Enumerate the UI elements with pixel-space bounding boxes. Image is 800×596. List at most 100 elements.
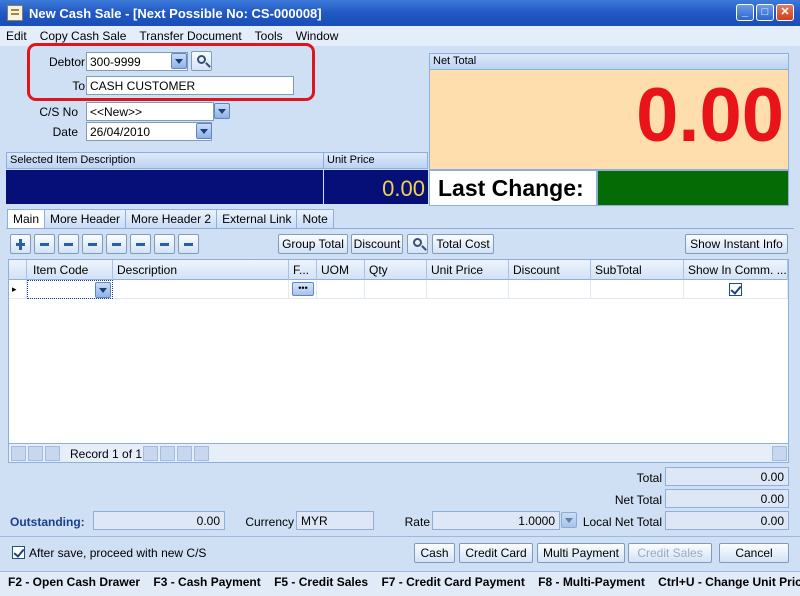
shortcut-status-bar: F2 - Open Cash Drawer F3 - Cash Payment … bbox=[0, 571, 800, 596]
search-icon bbox=[413, 238, 422, 247]
undo-icon[interactable] bbox=[130, 234, 151, 254]
tab-divider bbox=[6, 228, 794, 229]
show-in-comm-cell[interactable] bbox=[684, 280, 788, 299]
net-total-display: 0.00 bbox=[429, 69, 789, 170]
menu-edit[interactable]: Edit bbox=[6, 29, 27, 43]
search-button[interactable] bbox=[407, 234, 428, 254]
grid-header: Item Code Description F... UOM Qty Unit … bbox=[9, 260, 788, 280]
window-title: New Cash Sale - [Next Possible No: CS-00… bbox=[29, 5, 322, 21]
credit-card-button[interactable]: Credit Card bbox=[459, 543, 533, 563]
discount-button[interactable]: Discount bbox=[351, 234, 403, 254]
selected-item-description-display bbox=[6, 170, 323, 204]
item-code-cell[interactable] bbox=[27, 280, 113, 299]
add-row-icon[interactable] bbox=[10, 234, 31, 254]
column-subtotal[interactable]: SubTotal bbox=[591, 260, 684, 280]
menu-window[interactable]: Window bbox=[296, 29, 339, 43]
next-record-icon[interactable] bbox=[143, 446, 158, 461]
show-in-comm-checkbox[interactable] bbox=[729, 283, 742, 296]
row-selector-icon: ▸ bbox=[9, 280, 27, 299]
menu-transfer-document[interactable]: Transfer Document bbox=[139, 29, 241, 43]
title-bar: New Cash Sale - [Next Possible No: CS-00… bbox=[0, 0, 800, 26]
date-label: Date bbox=[52, 125, 78, 139]
prev-record-icon[interactable] bbox=[45, 446, 60, 461]
maximize-button[interactable]: □ bbox=[756, 4, 774, 21]
csno-field[interactable]: <<New>> bbox=[86, 102, 214, 121]
last-change-display bbox=[597, 170, 789, 206]
net-total-label: Net Total bbox=[614, 493, 662, 507]
group-total-button[interactable]: Group Total bbox=[278, 234, 348, 254]
tab-note[interactable]: Note bbox=[296, 209, 334, 228]
total-cost-button[interactable]: Total Cost bbox=[432, 234, 494, 254]
rate-dropdown-icon[interactable] bbox=[561, 512, 577, 528]
last-change-label: Last Change: bbox=[429, 170, 597, 206]
next-page-icon[interactable] bbox=[160, 446, 175, 461]
f-cell[interactable]: ••• bbox=[289, 280, 317, 299]
delete-row-icon[interactable] bbox=[58, 234, 79, 254]
column-unit-price[interactable]: Unit Price bbox=[427, 260, 509, 280]
after-save-checkbox[interactable] bbox=[12, 546, 25, 559]
date-dropdown-icon[interactable] bbox=[196, 123, 212, 139]
cancel-button[interactable]: Cancel bbox=[719, 543, 789, 563]
record-counter: Record 1 of 1 bbox=[70, 447, 143, 461]
tab-more-header[interactable]: More Header bbox=[44, 209, 127, 228]
column-show-in-comm[interactable]: Show In Comm. ... bbox=[684, 260, 788, 280]
minimize-button[interactable]: _ bbox=[736, 4, 754, 21]
csno-dropdown-icon[interactable] bbox=[214, 103, 230, 119]
move-up-icon[interactable] bbox=[82, 234, 103, 254]
qty-cell[interactable] bbox=[365, 280, 427, 299]
scroll-left-icon[interactable] bbox=[194, 446, 209, 461]
credit-sales-button: Credit Sales bbox=[628, 543, 712, 563]
description-cell[interactable] bbox=[113, 280, 289, 299]
menu-tools[interactable]: Tools bbox=[255, 29, 283, 43]
first-record-icon[interactable] bbox=[11, 446, 26, 461]
net-total-summary-value: 0.00 bbox=[665, 489, 789, 508]
uom-cell[interactable] bbox=[317, 280, 365, 299]
last-record-icon[interactable] bbox=[177, 446, 192, 461]
ellipsis-button[interactable]: ••• bbox=[292, 282, 314, 296]
total-value: 0.00 bbox=[665, 467, 789, 486]
unit-price-cell[interactable] bbox=[427, 280, 509, 299]
rate-value[interactable]: 1.0000 bbox=[432, 511, 560, 530]
column-discount[interactable]: Discount bbox=[509, 260, 591, 280]
date-field[interactable]: 26/04/2010 bbox=[86, 122, 212, 141]
menu-copy-cash-sale[interactable]: Copy Cash Sale bbox=[40, 29, 127, 43]
tab-main[interactable]: Main bbox=[7, 209, 46, 229]
document-icon bbox=[7, 5, 23, 21]
net-total-value: 0.00 bbox=[636, 73, 784, 158]
outstanding-value: 0.00 bbox=[93, 511, 225, 530]
cash-button[interactable]: Cash bbox=[414, 543, 455, 563]
show-instant-info-button[interactable]: Show Instant Info bbox=[685, 234, 788, 254]
local-net-total-label: Local Net Total bbox=[582, 515, 662, 529]
discount-cell[interactable] bbox=[509, 280, 591, 299]
currency-label: Currency bbox=[245, 515, 294, 529]
row-indicator-header bbox=[9, 260, 27, 280]
move-down-icon[interactable] bbox=[106, 234, 127, 254]
column-description[interactable]: Description bbox=[113, 260, 289, 280]
column-uom[interactable]: UOM bbox=[317, 260, 365, 280]
close-button[interactable]: ✕ bbox=[776, 4, 794, 21]
multi-payment-button[interactable]: Multi Payment bbox=[537, 543, 625, 563]
tab-strip: Main More Header More Header 2 External … bbox=[7, 209, 334, 229]
rate-label: Rate bbox=[404, 515, 430, 529]
footer-separator bbox=[0, 536, 800, 537]
prev-page-icon[interactable] bbox=[28, 446, 43, 461]
list-icon[interactable] bbox=[154, 234, 175, 254]
total-label: Total bbox=[636, 471, 662, 485]
debtor-highlight-annotation bbox=[27, 43, 315, 101]
insert-row-icon[interactable] bbox=[34, 234, 55, 254]
currency-value: MYR bbox=[296, 511, 374, 530]
item-code-dropdown-icon[interactable] bbox=[95, 282, 111, 298]
subtotal-icon[interactable] bbox=[178, 234, 199, 254]
tab-external-link[interactable]: External Link bbox=[216, 209, 298, 228]
csno-label: C/S No bbox=[39, 105, 78, 119]
scroll-right-icon[interactable] bbox=[772, 446, 787, 461]
column-qty[interactable]: Qty bbox=[365, 260, 427, 280]
table-row[interactable]: ▸ ••• bbox=[9, 280, 788, 299]
item-grid: Item Code Description F... UOM Qty Unit … bbox=[8, 259, 789, 463]
column-item-code[interactable]: Item Code bbox=[27, 260, 113, 280]
subtotal-cell[interactable] bbox=[591, 280, 684, 299]
selected-item-description-header: Selected Item Description bbox=[6, 152, 324, 169]
unit-price-header: Unit Price bbox=[323, 152, 428, 169]
column-f[interactable]: F... bbox=[289, 260, 317, 280]
tab-more-header-2[interactable]: More Header 2 bbox=[125, 209, 218, 228]
